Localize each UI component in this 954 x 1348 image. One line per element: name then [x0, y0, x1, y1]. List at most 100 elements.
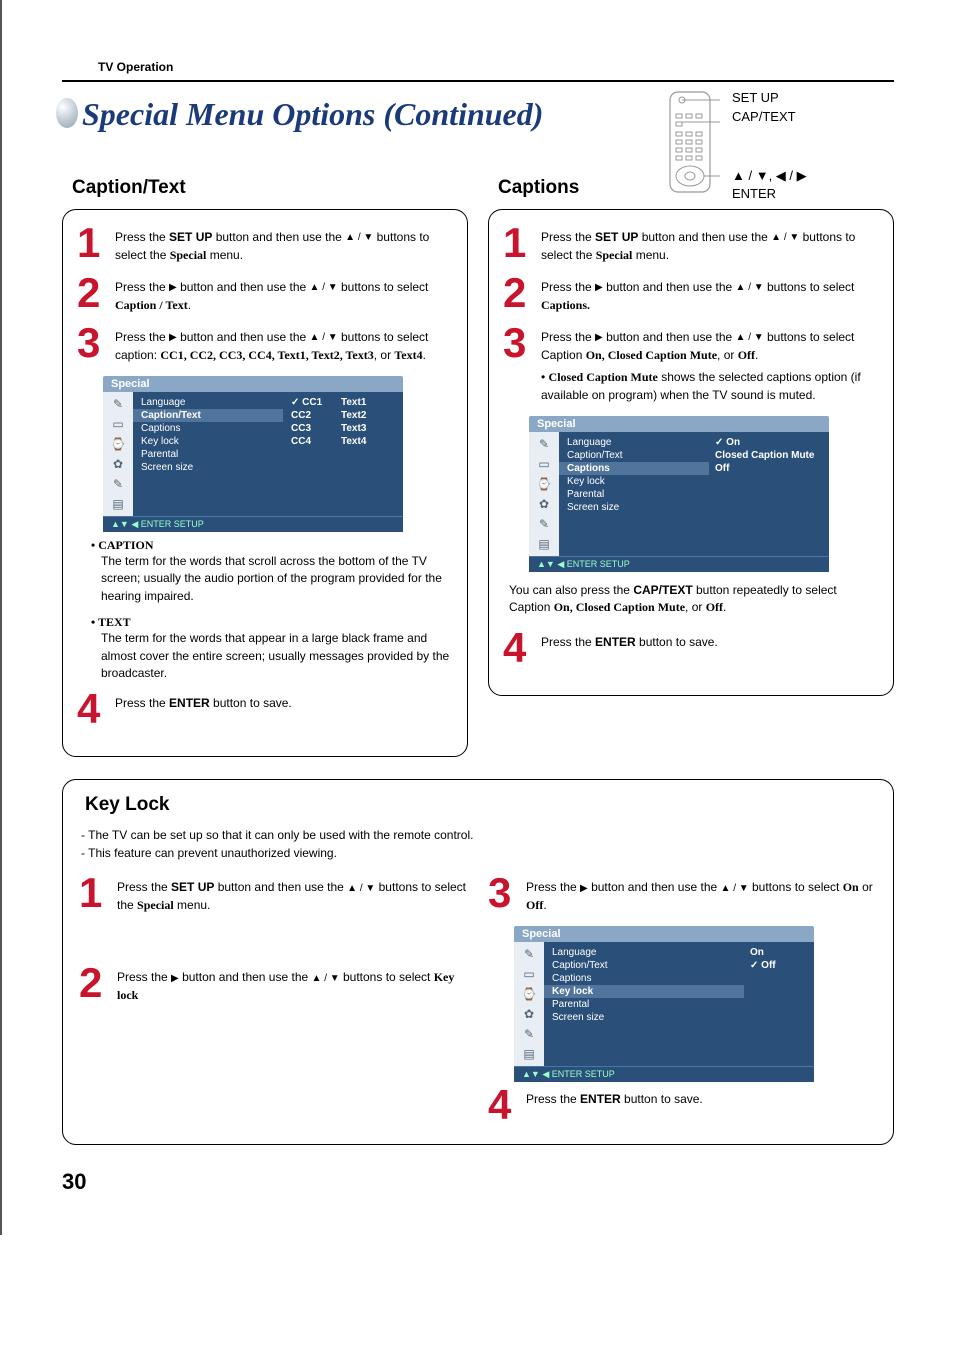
osd-item: Parental — [552, 999, 736, 1010]
text-bold: SET UP — [595, 230, 638, 244]
osd-item: Captions — [141, 423, 275, 434]
def-desc: The term for the words that scroll acros… — [101, 553, 453, 605]
up-down-icon: ▲ / ▼ — [347, 881, 375, 896]
text: You can also press the — [509, 583, 633, 597]
text-bold: Closed Caption Mute — [549, 370, 658, 384]
osd-item: Captions — [567, 463, 701, 474]
step-number: 2 — [79, 966, 113, 1000]
cap-step-2: 2 Press the ▶ button and then use the ▲ … — [503, 276, 879, 314]
osd-item: Language — [567, 437, 701, 448]
text: button to save. — [636, 635, 718, 649]
text: . — [755, 348, 758, 362]
osd-item: Language — [141, 397, 275, 408]
text-bold: ENTER — [580, 1092, 621, 1106]
remote-label-captext: CAP/TEXT — [732, 109, 807, 124]
text: button to save. — [621, 1092, 703, 1106]
osd-menu: Language Caption/Text Captions Key lock … — [133, 392, 283, 516]
osd-icon: ✎ — [534, 436, 554, 452]
up-down-icon: ▲ / ▼ — [721, 881, 749, 896]
step-number: 2 — [503, 276, 537, 310]
text: Press the — [541, 635, 595, 649]
osd-options: On Off — [744, 942, 814, 1066]
text-bold: On, Closed Caption Mute — [554, 600, 685, 614]
text: menu. — [174, 898, 211, 912]
text-bold: Off — [706, 600, 723, 614]
right-icon: ▶ — [169, 330, 177, 345]
text: button and then use the — [603, 280, 736, 294]
osd-menu: Language Caption/Text Captions Key lock … — [559, 432, 709, 556]
remote-diagram: SET UP CAP/TEXT ▲ / ▼, ◀ / ▶ ENTER — [664, 90, 874, 203]
osd-options: On Closed Caption Mute Off — [709, 432, 829, 556]
step-number: 3 — [488, 876, 522, 910]
right-icon: ▶ — [171, 971, 179, 986]
osd-item: Caption/Text — [141, 410, 275, 421]
text: . — [188, 298, 191, 312]
osd-item: Parental — [141, 449, 275, 460]
osd-option: Off — [715, 463, 729, 474]
text: . — [423, 348, 426, 362]
text: buttons to select — [764, 280, 855, 294]
text: . — [723, 600, 726, 614]
text-bold: ENTER — [169, 696, 210, 710]
osd-icon: ⌚ — [519, 986, 539, 1002]
text: button and then use the — [638, 230, 771, 244]
osd-icon: ▭ — [519, 966, 539, 982]
text-bold: CC1, CC2, CC3, CC4, Text1, Text2, Text3 — [160, 348, 373, 362]
text-definition: • TEXT The term for the words that appea… — [91, 615, 453, 682]
osd-item: Key lock — [552, 986, 736, 997]
text: button and then use the — [177, 330, 310, 344]
ct-step-2: 2 Press the ▶ button and then use the ▲ … — [77, 276, 453, 314]
remote-label-setup: SET UP — [732, 90, 807, 105]
osd-option: On — [715, 437, 740, 448]
osd-caption-text: Special ✎ ▭ ⌚ ✿ ✎ ▤ Language Caption/T — [103, 376, 403, 532]
osd-icon: ▤ — [534, 536, 554, 552]
osd-icon: ✿ — [519, 1006, 539, 1022]
text: Press the — [117, 970, 171, 984]
text-bold: Special — [596, 248, 633, 262]
osd-option: CC1 — [291, 397, 341, 408]
text: , or — [717, 348, 738, 362]
remote-label-enter: ENTER — [732, 186, 807, 201]
osd-item: Caption/Text — [552, 960, 736, 971]
osd-footer: ▲▼ ◀ ENTER SETUP — [514, 1066, 814, 1082]
text: Press the — [115, 230, 169, 244]
osd-item: Screen size — [141, 462, 275, 473]
osd-item: Parental — [567, 489, 701, 500]
text: menu. — [632, 248, 669, 262]
up-down-icon: ▲ / ▼ — [771, 230, 799, 245]
text: Press the — [115, 696, 169, 710]
osd-item: Language — [552, 947, 736, 958]
ct-step-3: 3 Press the ▶ button and then use the ▲ … — [77, 326, 453, 364]
osd-footer: ▲▼ ◀ ENTER SETUP — [529, 556, 829, 572]
step-number: 1 — [79, 876, 113, 910]
step-number: 3 — [77, 326, 111, 360]
osd-footer: ▲▼ ◀ ENTER SETUP — [103, 516, 403, 532]
osd-option: Text1 — [341, 397, 366, 408]
osd-keylock: Special ✎ ▭ ⌚ ✿ ✎ ▤ Language Caption/T — [514, 926, 814, 1082]
up-down-icon: ▲ / ▼ — [736, 330, 764, 345]
osd-icon: ✿ — [108, 456, 128, 472]
text-bold: Off — [738, 348, 755, 362]
osd-option: CC3 — [291, 423, 341, 434]
text-bold: Caption / Text — [115, 298, 188, 312]
text: button to save. — [210, 696, 292, 710]
ct-step-1: 1 Press the SET UP button and then use t… — [77, 226, 453, 264]
text-bold: SET UP — [169, 230, 212, 244]
text-bold: CAP/TEXT — [633, 583, 692, 597]
osd-icon: ✎ — [519, 1026, 539, 1042]
caption-definition: • CAPTION The term for the words that sc… — [91, 538, 453, 605]
text: buttons to select — [749, 880, 843, 894]
osd-option: Text4 — [341, 436, 366, 447]
osd-option: Text3 — [341, 423, 366, 434]
right-icon: ▶ — [595, 330, 603, 345]
text: Press the — [526, 1092, 580, 1106]
osd-title: Special — [514, 926, 814, 942]
step-number: 1 — [503, 226, 537, 260]
caption-text-title: Caption/Text — [72, 177, 468, 199]
right-icon: ▶ — [169, 280, 177, 295]
osd-item: Key lock — [567, 476, 701, 487]
osd-icon: ▤ — [108, 496, 128, 512]
osd-item: Screen size — [567, 502, 701, 513]
osd-icon: ✎ — [108, 476, 128, 492]
keylock-intro-line: The TV can be set up so that it can only… — [81, 826, 877, 844]
